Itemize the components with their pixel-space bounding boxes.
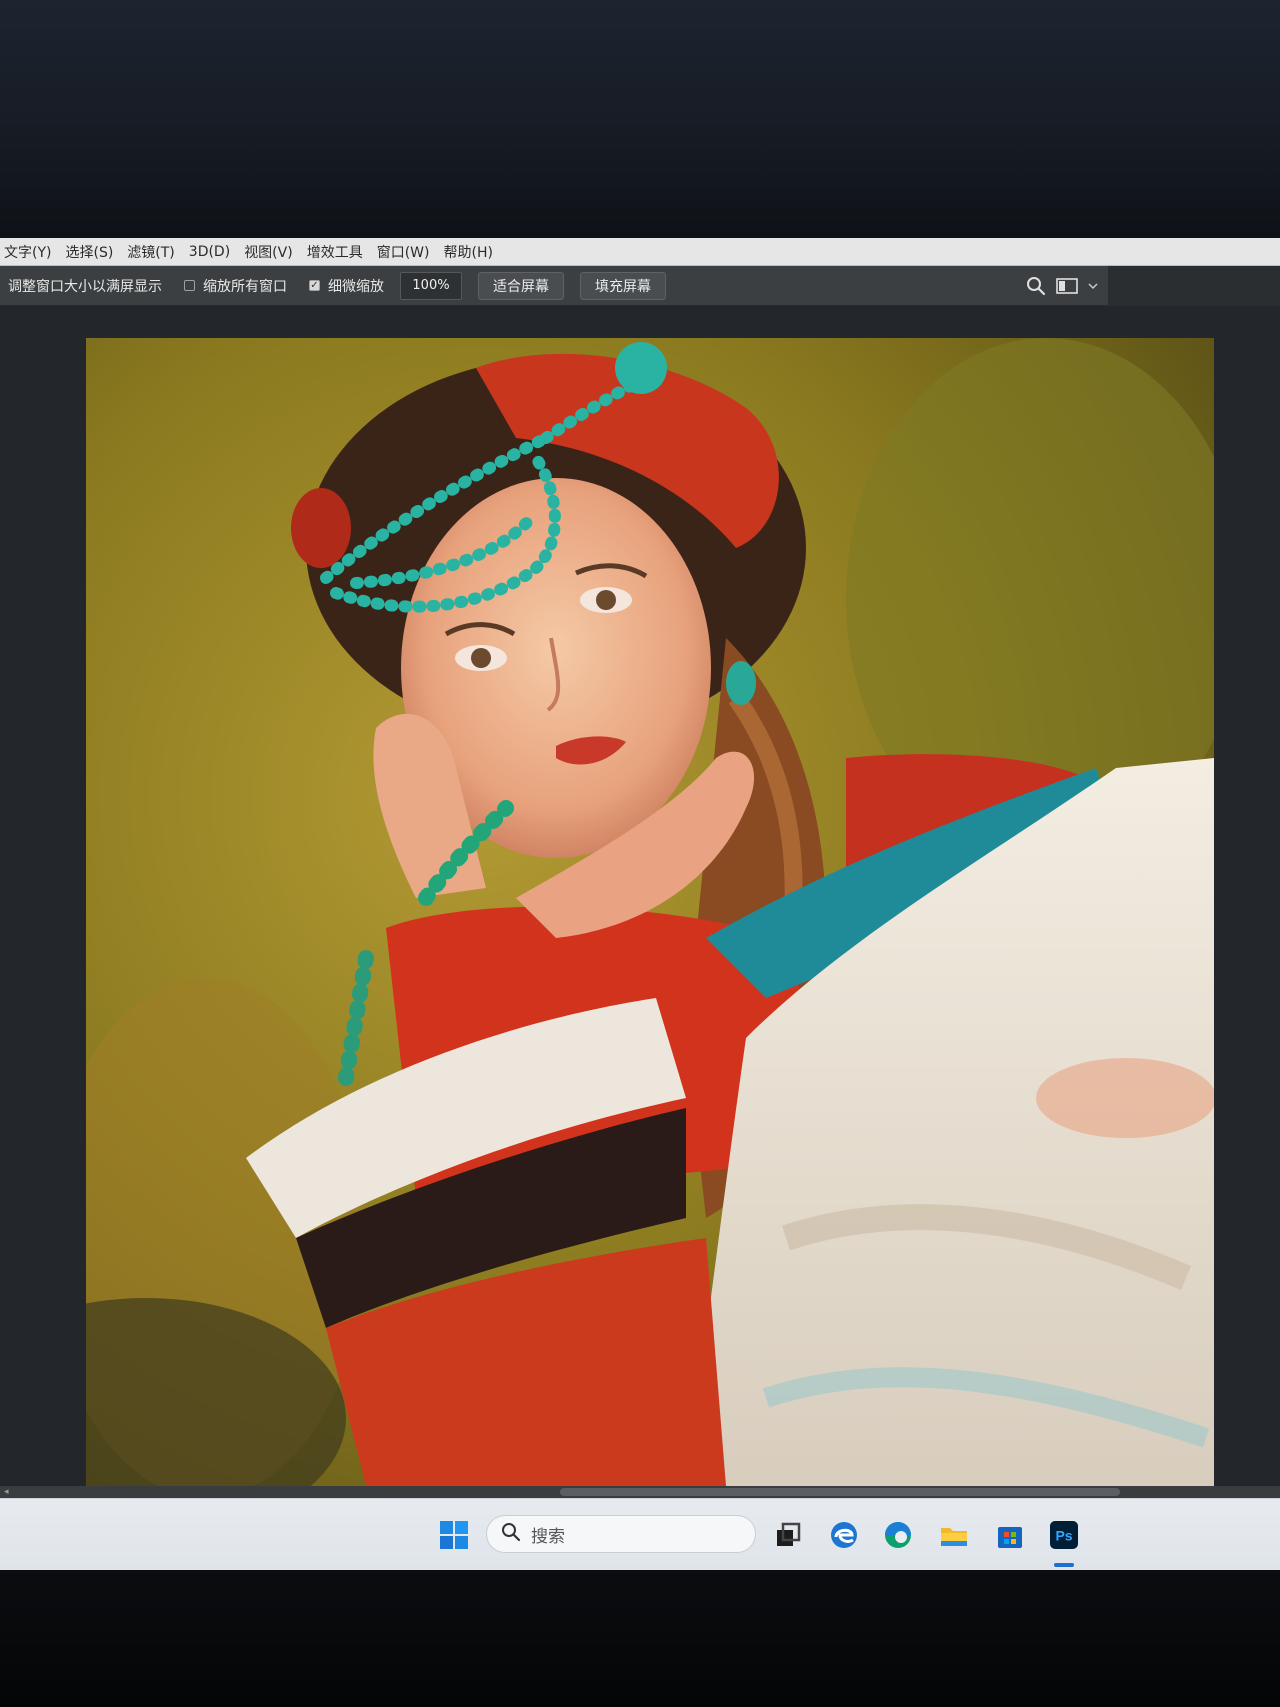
scrubby-zoom-label: 细微缩放 — [328, 278, 384, 295]
panel-edge — [1108, 266, 1280, 306]
scrubby-zoom-checkbox[interactable]: ✓ — [309, 280, 320, 291]
file-explorer-icon[interactable] — [938, 1519, 970, 1551]
zoom-options-bar: 调整窗口大小以满屏显示 缩放所有窗口 ✓ 细微缩放 100% 适合屏幕 填充屏幕 — [0, 266, 1108, 306]
monitor-bezel-top — [0, 0, 1280, 238]
edge-icon[interactable] — [882, 1519, 914, 1551]
menu-filter[interactable]: 滤镜(T) — [127, 242, 174, 262]
scrollbar-thumb[interactable] — [560, 1488, 1120, 1496]
menu-type[interactable]: 文字(Y) — [4, 242, 51, 262]
monitor-bezel-bottom — [0, 1570, 1280, 1707]
menu-window[interactable]: 窗口(W) — [377, 242, 430, 262]
menu-bar: 文字(Y) 选择(S) 滤镜(T) 3D(D) 视图(V) 增效工具 窗口(W)… — [0, 238, 1280, 266]
menu-help[interactable]: 帮助(H) — [443, 242, 492, 262]
screen: 文字(Y) 选择(S) 滤镜(T) 3D(D) 视图(V) 增效工具 窗口(W)… — [0, 238, 1280, 1571]
painting-canvas[interactable] — [86, 338, 1214, 1486]
menu-view[interactable]: 视图(V) — [244, 242, 293, 262]
resize-windows-option[interactable]: 调整窗口大小以满屏显示 — [8, 276, 162, 296]
zoom-all-windows-label: 缩放所有窗口 — [203, 278, 287, 295]
chevron-down-icon[interactable] — [1088, 282, 1098, 290]
painting-image — [86, 338, 1214, 1486]
active-app-indicator — [1054, 1563, 1074, 1567]
workspace-layout-icon[interactable] — [1056, 277, 1078, 295]
menu-3d[interactable]: 3D(D) — [189, 244, 230, 260]
horizontal-scrollbar[interactable]: ◂ — [0, 1486, 1280, 1498]
fill-screen-button[interactable]: 填充屏幕 — [580, 271, 666, 300]
windows-taskbar: 搜索 Ps — [0, 1498, 1280, 1571]
taskbar-search-box[interactable]: 搜索 — [486, 1515, 756, 1553]
scrubby-zoom-option[interactable]: ✓ 细微缩放 — [309, 276, 384, 296]
zoom-value-field[interactable]: 100% — [400, 271, 462, 300]
photoshop-icon-label: Ps — [1055, 1528, 1072, 1544]
options-right-tools — [1026, 266, 1098, 306]
edge-legacy-icon[interactable] — [828, 1519, 860, 1551]
start-icon[interactable] — [438, 1519, 470, 1551]
photoshop-icon[interactable]: Ps — [1048, 1519, 1080, 1551]
search-icon — [501, 1522, 521, 1546]
menu-plugins[interactable]: 增效工具 — [307, 242, 363, 262]
canvas-area[interactable] — [0, 306, 1280, 1486]
zoom-all-windows-checkbox[interactable] — [184, 280, 195, 291]
search-icon[interactable] — [1026, 276, 1046, 296]
scroll-left-arrow-icon[interactable]: ◂ — [4, 1486, 9, 1498]
fit-screen-button[interactable]: 适合屏幕 — [478, 271, 564, 300]
menu-select[interactable]: 选择(S) — [65, 242, 113, 262]
task-view-icon[interactable] — [772, 1519, 804, 1551]
search-placeholder: 搜索 — [531, 1526, 565, 1547]
zoom-all-windows-option[interactable]: 缩放所有窗口 — [184, 276, 287, 296]
microsoft-store-icon[interactable] — [994, 1519, 1026, 1551]
